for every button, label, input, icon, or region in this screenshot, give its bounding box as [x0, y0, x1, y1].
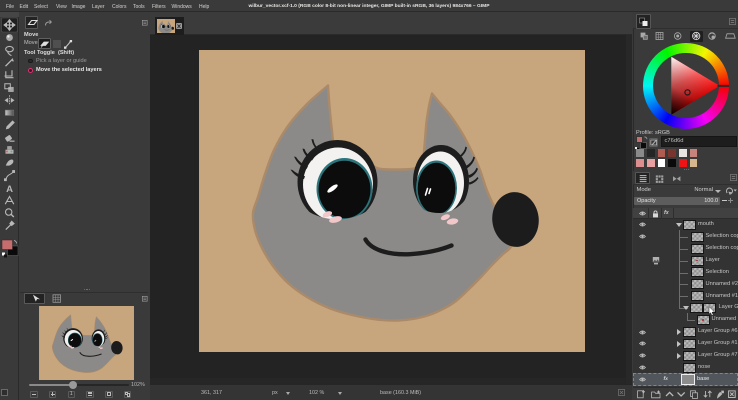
svg-text:A: A — [6, 184, 13, 195]
